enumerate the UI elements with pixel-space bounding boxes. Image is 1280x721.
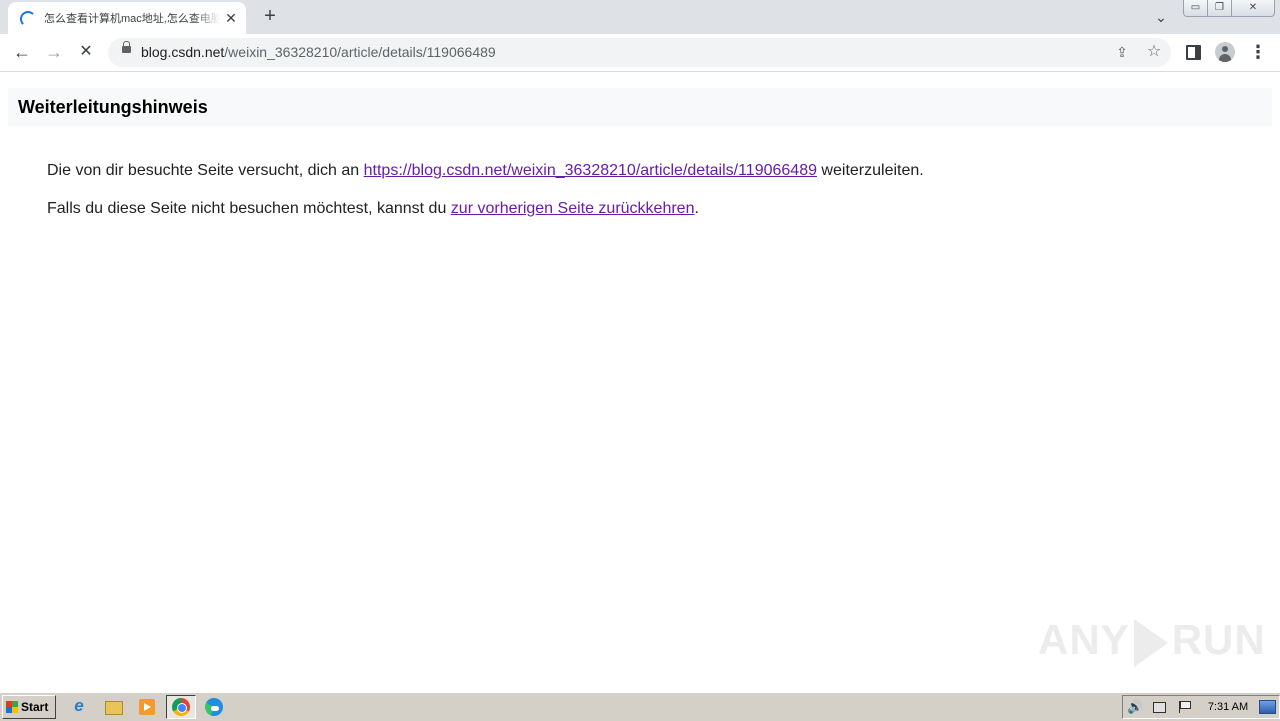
show-desktop-button[interactable] bbox=[1259, 700, 1276, 714]
volume-icon[interactable]: 🔊 bbox=[1127, 699, 1143, 715]
start-button[interactable]: Start bbox=[2, 695, 56, 719]
browser-tab-active[interactable]: 怎么查看计算机mac地址,怎么查电脑的mac地址 ✕ bbox=[8, 2, 246, 34]
chrome-icon bbox=[172, 698, 190, 716]
anyrun-watermark: ANY RUN bbox=[1038, 610, 1266, 670]
taskbar: Start e 🔊 7:31 AM bbox=[0, 692, 1280, 721]
tab-search-button[interactable]: ⌄ bbox=[1150, 6, 1172, 28]
url-path: /weixin_36328210/article/details/1190664… bbox=[224, 44, 496, 60]
system-tray: 🔊 7:31 AM bbox=[1122, 695, 1280, 719]
taskbar-clock[interactable]: 7:31 AM bbox=[1203, 696, 1253, 718]
tab-title: 怎么查看计算机mac地址,怎么查电脑的mac地址 bbox=[44, 13, 220, 25]
side-panel-icon bbox=[1186, 45, 1201, 60]
profile-icon bbox=[1215, 42, 1235, 62]
goback-text-after: . bbox=[694, 200, 699, 217]
profile-button[interactable] bbox=[1213, 40, 1237, 64]
new-tab-button[interactable]: + bbox=[258, 5, 282, 29]
tab-close-icon[interactable]: ✕ bbox=[222, 9, 240, 27]
media-player-icon bbox=[139, 699, 155, 715]
explorer-launch-button[interactable] bbox=[102, 696, 124, 718]
browser-toolbar: ← → ✕ blog.csdn.net/weixin_36328210/arti… bbox=[0, 34, 1280, 72]
url-host: blog.csdn.net bbox=[141, 44, 225, 60]
go-back-notice: Falls du diese Seite nicht besuchen möch… bbox=[47, 200, 699, 218]
chrome-taskbar-button[interactable] bbox=[166, 695, 196, 719]
url-text[interactable]: blog.csdn.net/weixin_36328210/article/de… bbox=[141, 38, 496, 67]
watermark-play-icon bbox=[1133, 618, 1168, 667]
close-window-button[interactable]: ✕ bbox=[1231, 0, 1275, 17]
address-bar[interactable]: blog.csdn.net/weixin_36328210/article/de… bbox=[108, 38, 1171, 67]
edge-launch-button[interactable] bbox=[203, 696, 225, 718]
go-back-link[interactable]: zur vorherigen Seite zurückkehren bbox=[451, 200, 695, 217]
side-panel-button[interactable] bbox=[1181, 40, 1205, 64]
back-button[interactable]: ← bbox=[8, 38, 36, 66]
action-center-button[interactable] bbox=[1175, 699, 1191, 715]
edge-icon bbox=[205, 698, 223, 716]
ie-icon: e bbox=[74, 696, 84, 715]
lock-icon[interactable] bbox=[122, 41, 131, 53]
restore-button[interactable]: ❐ bbox=[1207, 0, 1232, 17]
start-label: Start bbox=[21, 700, 49, 714]
page-content: Weiterleitungshinweis Die von dir besuch… bbox=[0, 72, 1280, 692]
windows-logo-icon bbox=[6, 701, 18, 713]
media-player-launch-button[interactable] bbox=[136, 696, 158, 718]
page-title: Weiterleitungshinweis bbox=[18, 97, 208, 117]
network-icon bbox=[1153, 702, 1166, 713]
folder-icon bbox=[105, 701, 123, 715]
loading-spinner-icon bbox=[20, 11, 36, 27]
redirect-target-link[interactable]: https://blog.csdn.net/weixin_36328210/ar… bbox=[364, 162, 817, 179]
minimize-button[interactable]: ▭ bbox=[1183, 0, 1208, 17]
heading-bar: Weiterleitungshinweis bbox=[8, 88, 1272, 126]
notice-text-after: weiterzuleiten. bbox=[816, 162, 924, 179]
menu-button[interactable]: ⋮ bbox=[1246, 40, 1270, 64]
redirect-notice: Die von dir besuchte Seite versucht, dic… bbox=[47, 162, 924, 180]
notice-text-before: Die von dir besuchte Seite versucht, dic… bbox=[47, 162, 364, 179]
star-icon[interactable]: ☆ bbox=[1143, 41, 1165, 63]
ie-launch-button[interactable]: e bbox=[68, 696, 90, 718]
forward-button[interactable]: → bbox=[40, 38, 68, 66]
tab-strip: 怎么查看计算机mac地址,怎么查电脑的mac地址 ✕ + ⌄ ▭ ❐ ✕ bbox=[0, 0, 1280, 34]
share-icon[interactable]: ⇪ bbox=[1111, 41, 1133, 63]
flag-icon bbox=[1179, 701, 1191, 713]
watermark-any: ANY bbox=[1038, 616, 1130, 663]
watermark-run: RUN bbox=[1171, 616, 1266, 663]
goback-text-before: Falls du diese Seite nicht besuchen möch… bbox=[47, 200, 451, 217]
stop-loading-button[interactable]: ✕ bbox=[72, 38, 100, 66]
network-tray-button[interactable] bbox=[1151, 699, 1167, 715]
